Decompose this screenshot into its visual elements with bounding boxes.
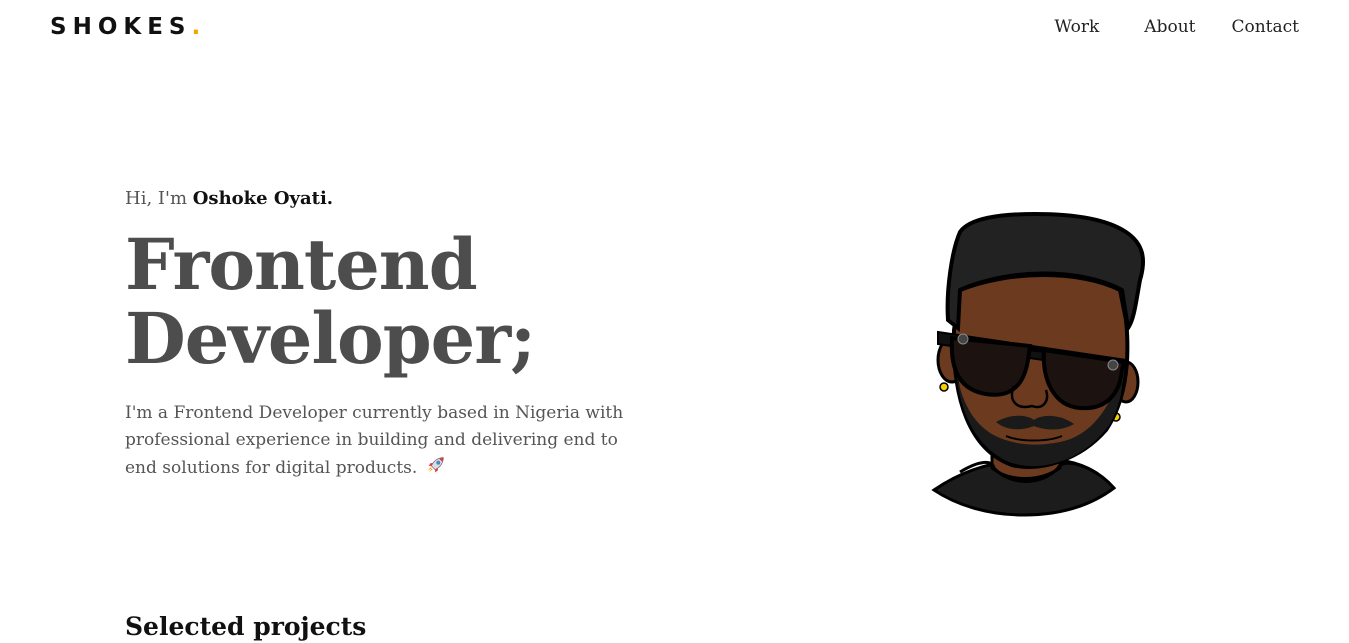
greeting-prefix: Hi, I'm — [125, 188, 193, 209]
brand-logo[interactable]: SHOKES. — [50, 14, 200, 40]
avatar-illustration — [930, 210, 1150, 520]
selected-projects-heading: Selected projects — [125, 612, 367, 641]
brand-name: SHOKES — [50, 14, 192, 40]
headline-line-1: Frontend — [125, 223, 478, 306]
rocket-icon — [425, 454, 447, 485]
hero-headline: Frontend Developer; — [125, 228, 536, 376]
greeting-name: Oshoke Oyati. — [192, 188, 334, 209]
main-nav: Work About Contact — [1054, 17, 1299, 37]
intro-text: I'm a Frontend Developer currently based… — [125, 403, 624, 478]
hero-intro: I'm a Frontend Developer currently based… — [125, 400, 625, 485]
hero-greeting: Hi, I'm Oshoke Oyati. — [125, 188, 333, 209]
nav-link-work[interactable]: Work — [1054, 17, 1099, 37]
nav-link-contact[interactable]: Contact — [1231, 17, 1299, 37]
nav-link-about[interactable]: About — [1144, 17, 1195, 37]
headline-line-2: Developer; — [125, 297, 536, 380]
brand-dot: . — [191, 14, 201, 40]
